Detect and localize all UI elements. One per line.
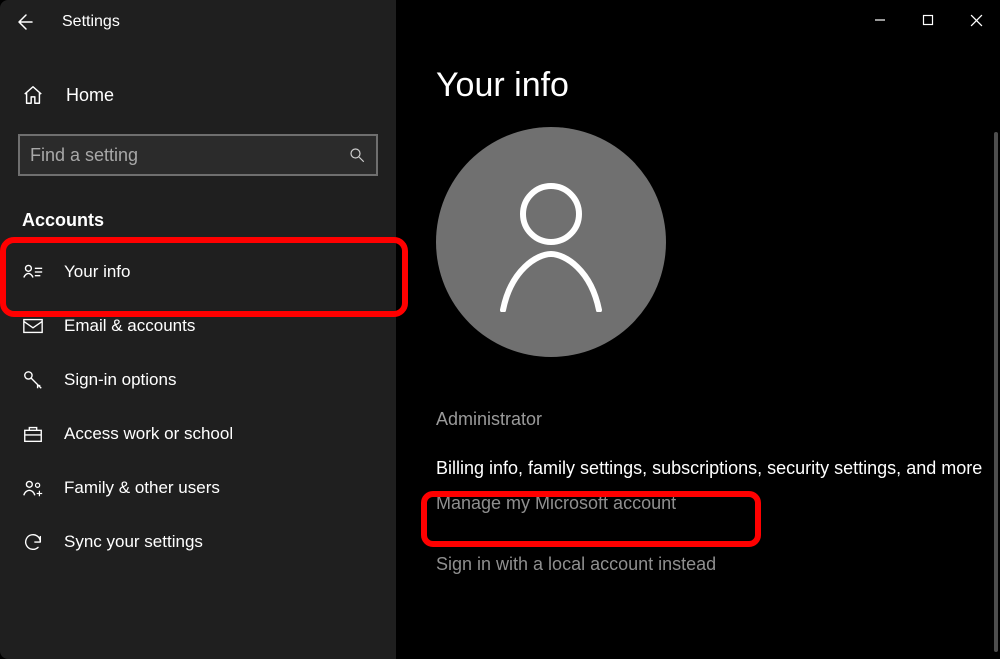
account-description: Billing info, family settings, subscript… — [436, 458, 1000, 479]
section-title-accounts: Accounts — [22, 210, 396, 231]
key-icon — [22, 369, 44, 391]
home-icon — [22, 84, 44, 106]
close-button[interactable] — [952, 0, 1000, 40]
window-controls — [856, 0, 1000, 40]
sidebar-nav: Your info Email & accounts Sign-in optio… — [0, 245, 396, 569]
sidebar-header: Settings — [0, 0, 396, 44]
search-box[interactable] — [18, 134, 378, 176]
settings-window: Settings Home Accounts Your info — [0, 0, 1000, 659]
sidebar-item-access-work-school[interactable]: Access work or school — [0, 407, 396, 461]
person-card-icon — [22, 261, 44, 283]
local-account-link[interactable]: Sign in with a local account instead — [436, 554, 1000, 575]
sidebar-item-signin-options[interactable]: Sign-in options — [0, 353, 396, 407]
main-content: Your info Administrator Billing info, fa… — [396, 0, 1000, 659]
sidebar-item-your-info[interactable]: Your info — [0, 245, 396, 299]
user-icon — [491, 172, 611, 312]
sidebar-item-email-accounts[interactable]: Email & accounts — [0, 299, 396, 353]
sidebar-home[interactable]: Home — [0, 72, 396, 118]
home-label: Home — [66, 85, 114, 106]
sidebar-item-label: Your info — [64, 262, 130, 282]
search-input[interactable] — [30, 145, 348, 166]
briefcase-icon — [22, 423, 44, 445]
search-icon — [348, 146, 366, 164]
role-label: Administrator — [436, 409, 1000, 430]
page-title: Your info — [436, 66, 1000, 105]
sidebar-item-sync-settings[interactable]: Sync your settings — [0, 515, 396, 569]
minimize-button[interactable] — [856, 0, 904, 40]
scrollbar[interactable] — [994, 132, 998, 652]
sidebar-item-label: Family & other users — [64, 478, 220, 498]
back-icon[interactable] — [14, 12, 34, 32]
sidebar-item-label: Sync your settings — [64, 532, 203, 552]
people-icon — [22, 477, 44, 499]
maximize-button[interactable] — [904, 0, 952, 40]
sidebar-item-family-users[interactable]: Family & other users — [0, 461, 396, 515]
sidebar: Settings Home Accounts Your info — [0, 0, 396, 659]
avatar — [436, 127, 666, 357]
search-container — [18, 134, 378, 176]
sidebar-item-label: Sign-in options — [64, 370, 176, 390]
mail-icon — [22, 315, 44, 337]
app-title: Settings — [62, 13, 120, 31]
manage-account-link[interactable]: Manage my Microsoft account — [436, 493, 1000, 514]
sidebar-item-label: Access work or school — [64, 424, 233, 444]
sidebar-item-label: Email & accounts — [64, 316, 195, 336]
sync-icon — [22, 531, 44, 553]
